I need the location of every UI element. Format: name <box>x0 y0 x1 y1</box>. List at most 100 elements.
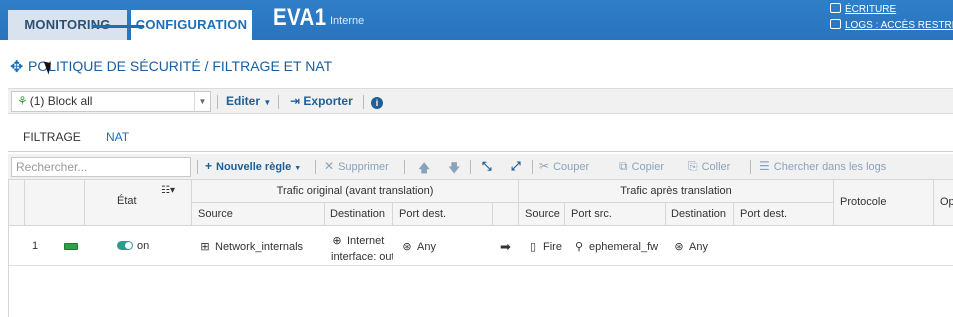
column-header-state-label: État <box>117 195 137 207</box>
rule-destination[interactable]: ⊕ Internet interface: out <box>331 233 393 265</box>
divider <box>197 160 198 174</box>
table-row[interactable]: 1 on ⊞ Network_internals ⊕ Internet interf… <box>9 226 953 266</box>
nat-rules-grid: État ☷▾ Trafic original (avant translati… <box>8 180 953 317</box>
move-up-button[interactable]: 🡅 <box>418 159 434 180</box>
status-led-icon <box>64 243 78 250</box>
edit-icon <box>830 3 841 13</box>
copy-button[interactable]: ⧉ Copier <box>619 159 664 174</box>
sort-icon[interactable]: ☷▾ <box>161 185 175 196</box>
delete-label: Supprimer <box>338 161 389 173</box>
paste-icon: ⎘ <box>688 159 698 173</box>
firewall-name: EVA1 <box>273 4 327 31</box>
arrow-right-icon: ➡ <box>500 239 511 254</box>
expand-icon: ⤢ <box>511 159 521 173</box>
rule-state-label: on <box>137 240 150 252</box>
copy-label: Copier <box>631 161 664 173</box>
breadcrumb-text: POLITIQUE DE SÉCURITÉ / FILTRAGE ET NAT <box>28 58 333 74</box>
column-header-after-destination[interactable]: Destination <box>666 203 734 226</box>
policy-toolbar: ⚘ (1) Block all ▼ Editer ▼ ⇥ Exporter i <box>8 88 953 114</box>
active-tab-indicator <box>92 25 144 28</box>
column-header-arrow <box>493 203 519 226</box>
arrow-up-icon: 🡅 <box>418 161 431 175</box>
column-header-destination[interactable]: Destination <box>325 203 393 226</box>
logs-access-label: LOGS : ACCÈS RESTREINT <box>845 20 953 31</box>
tab-nat[interactable]: NAT <box>106 130 129 144</box>
any-icon: ⊛ <box>674 241 684 253</box>
rule-port-src-label: ephemeral_fw <box>589 241 659 253</box>
cut-button[interactable]: ✂ Couper <box>539 159 589 173</box>
rule-port-dest[interactable]: ⊛ Any <box>401 240 436 253</box>
column-header-state[interactable]: État ☷▾ <box>85 180 192 226</box>
collapse-icon: ⤡ <box>482 159 492 173</box>
rule-port-src[interactable]: ⚲ ephemeral_fw <box>573 240 663 253</box>
edit-menu-label: Editer <box>226 94 261 108</box>
paste-button[interactable]: ⎘ Coller <box>688 159 730 174</box>
rule-after-source-label: Fire <box>543 241 562 253</box>
globe-icon: ⊕ <box>332 235 342 247</box>
divider <box>750 160 751 174</box>
divider <box>532 160 533 174</box>
divider <box>217 95 218 109</box>
delete-button[interactable]: ✕ Supprimer <box>324 159 389 173</box>
divider <box>315 160 316 174</box>
column-header-options[interactable]: Op <box>934 180 953 226</box>
divider <box>404 160 405 174</box>
rule-after-destination-label: Any <box>689 241 708 253</box>
edit-menu-button[interactable]: Editer ▼ <box>226 94 271 108</box>
log-search-icon: ☰ <box>759 159 770 173</box>
info-button[interactable]: i <box>371 95 383 109</box>
column-group-after: Trafic après translation <box>519 180 834 203</box>
logs-access-link[interactable]: LOGS : ACCÈS RESTREINT <box>830 19 953 31</box>
expand-all-button[interactable]: ⤢ <box>511 159 525 174</box>
plus-icon: + <box>205 159 213 173</box>
collapse-all-button[interactable]: ⤡ <box>482 159 496 174</box>
column-header-protocol[interactable]: Protocole <box>834 180 934 226</box>
policy-select[interactable]: ⚘ (1) Block all ▼ <box>11 91 211 112</box>
search-input[interactable]: Rechercher... <box>11 157 191 177</box>
rule-port-dest-label: Any <box>417 241 436 253</box>
export-icon: ⇥ <box>290 94 301 108</box>
rule-state-toggle[interactable]: on <box>117 240 149 252</box>
arrow-down-icon: 🡇 <box>448 161 461 175</box>
write-access-link[interactable]: ÉCRITURE <box>830 3 896 15</box>
any-icon: ⊛ <box>402 241 412 253</box>
cut-icon: ✂ <box>539 159 550 173</box>
export-label: Exporter <box>303 94 353 108</box>
info-icon: i <box>371 97 383 109</box>
firewall-subtitle: Interne <box>330 15 365 27</box>
rule-toolbar: Rechercher... + Nouvelle règle ▼ ✕ Supprim… <box>8 154 953 180</box>
policy-status-icon: ⚘ <box>17 94 28 108</box>
rule-source[interactable]: ⊞ Network_internals <box>199 240 303 253</box>
policy-select-value: (1) Block all <box>29 94 93 108</box>
column-header-port-src[interactable]: Port src. <box>565 203 666 226</box>
move-icon: ✥ <box>10 59 24 76</box>
divider <box>8 151 953 152</box>
column-header-after-source[interactable]: Source <box>519 203 565 226</box>
rule-source-label: Network_internals <box>215 241 304 253</box>
export-button[interactable]: ⇥ Exporter <box>290 94 353 108</box>
port-icon: ⚲ <box>574 241 584 253</box>
column-header-port-dest[interactable]: Port dest. <box>393 203 493 226</box>
move-down-button[interactable]: 🡇 <box>448 159 464 180</box>
rule-after-source[interactable]: ▯ Fire <box>527 240 563 253</box>
column-header-source[interactable]: Source <box>192 203 325 226</box>
write-access-label: ÉCRITURE <box>845 4 897 15</box>
new-rule-button[interactable]: + Nouvelle règle ▼ <box>205 159 301 173</box>
rule-destination-line2: interface: out <box>331 251 393 263</box>
search-logs-button[interactable]: ☰ Chercher dans les logs <box>759 159 886 173</box>
column-group-original: Trafic original (avant translation) <box>192 180 519 203</box>
chevron-down-icon: ▼ <box>294 165 302 172</box>
rule-after-destination[interactable]: ⊛ Any <box>673 240 708 253</box>
column-header-after-port-dest[interactable]: Port dest. <box>734 203 834 226</box>
rule-number: 1 <box>31 240 39 252</box>
new-rule-label: Nouvelle règle <box>216 161 292 173</box>
tab-configuration[interactable]: CONFIGURATION <box>131 10 252 40</box>
firewall-object-icon: ▯ <box>529 241 537 253</box>
paste-label: Coller <box>701 161 731 173</box>
column-header-number[interactable] <box>25 180 85 226</box>
checkbox-icon <box>830 19 841 29</box>
chevron-down-icon[interactable]: ▼ <box>194 92 210 111</box>
divider <box>363 95 364 109</box>
divider <box>470 160 471 174</box>
tab-filtrage[interactable]: FILTRAGE <box>23 130 81 144</box>
